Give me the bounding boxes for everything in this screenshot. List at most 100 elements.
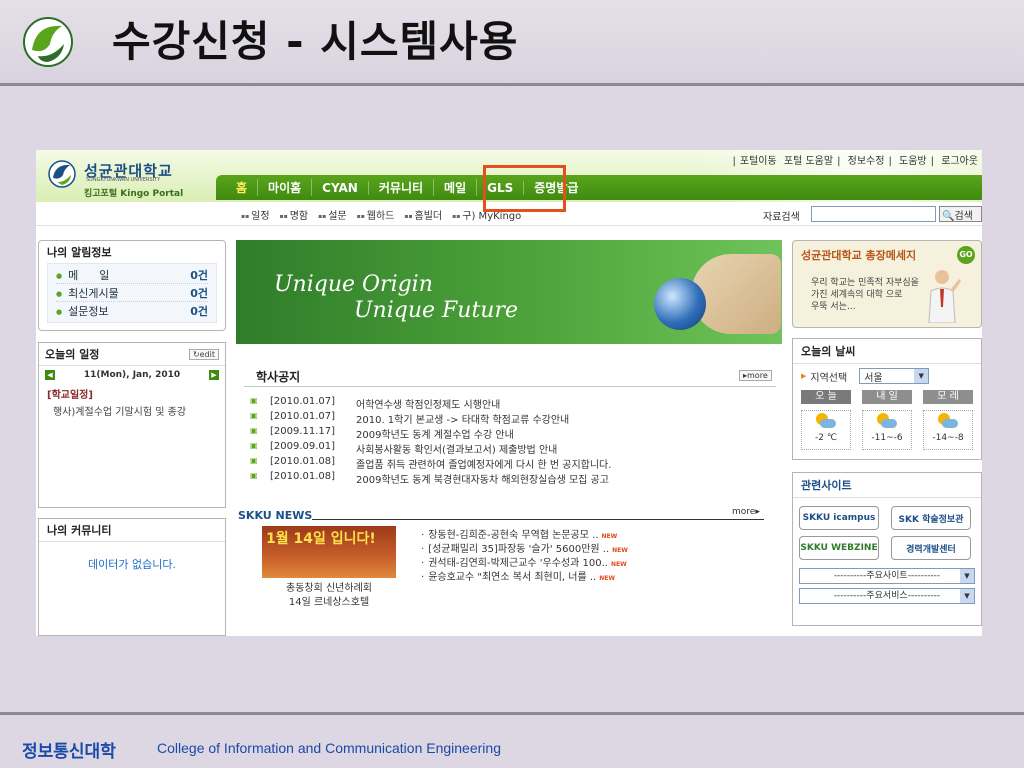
notice-date: [2010.01.07] [270, 411, 336, 422]
next-day-button[interactable]: ▶ [209, 370, 219, 380]
top-link-edit-info[interactable]: 정보수정 [848, 156, 885, 167]
tab-tomorrow[interactable]: 내 일 [862, 390, 912, 404]
nav-cyan[interactable]: CYAN [312, 180, 369, 195]
notice-item[interactable]: ▣ [2010.01.08] 졸업품 취득 관련하여 졸업예정자에게 다시 한 번 … [250, 456, 780, 471]
news-title: SKKU NEWS [238, 509, 313, 522]
tab-day-after[interactable]: 모 레 [923, 390, 973, 404]
main-banner[interactable]: Unique Origin Unique Future [236, 240, 782, 344]
schedule-date: 11(Mon), Jan, 2010 [83, 370, 181, 380]
news-item[interactable]: [성균패밀리 35]파장동 '슬가' 5600만원 ..NEW [421, 540, 721, 555]
president-figure-icon [928, 270, 961, 323]
news-caption[interactable]: 총동창회 신년하례회 14일 르네상스호텔 [262, 582, 396, 610]
library-link[interactable]: SKK 학술정보관 [891, 506, 971, 530]
portal-logo[interactable]: 성균관대학교 SUNGKYUNKWAN UNIVERSITY 킹고포털 King… [44, 158, 224, 202]
news-more-button[interactable]: more▸ [732, 507, 760, 517]
weather-title: 오늘의 날씨 [793, 339, 981, 364]
alert-item-label: 최신게시물 [56, 285, 119, 301]
president-msg-line3: 우뚝 서는... [811, 302, 856, 312]
notice-item[interactable]: ▣ [2009.09.01] 사회봉사활동 확인서(결과보고서) 제출방법 안내 [250, 441, 780, 456]
career-center-link[interactable]: 경력개발센터 [891, 536, 971, 560]
notice-more-button[interactable]: ▸more [739, 370, 772, 381]
related-title: 관련사이트 [793, 473, 981, 498]
president-msg-line1: 우리 학교는 민족적 자부심을 [811, 278, 919, 288]
notice-item[interactable]: ▣ [2009.11.17] 2009학년도 동계 계절수업 수강 안내 [250, 426, 780, 441]
partly-cloudy-icon [938, 413, 958, 429]
news-caption-line2: 14일 르네상스호텔 [288, 597, 370, 608]
major-sites-select[interactable]: ----------주요사이트---------- [799, 568, 975, 584]
subnav-homebuilder[interactable]: 홈빌더 [404, 207, 443, 222]
notice-item[interactable]: ▣ [2010.01.08] 2009학년도 동계 북경현대자동차 해외현장실습생 … [250, 471, 780, 486]
schedule-title: 오늘의 일정 [45, 348, 100, 361]
webzine-link[interactable]: SKKU WEBZINE [799, 536, 879, 560]
news-item[interactable]: 권석태-김연희-박제근교수 '우수성과 100..NEW [421, 554, 721, 569]
notice-title: 학사공지 [256, 370, 301, 384]
edit-label: edit [199, 349, 215, 359]
notice-item[interactable]: ▣ [2010.01.07] 2010. 1학기 본교생 -> 타대학 학점교류 수… [250, 411, 780, 426]
notice-item[interactable]: ▣ [2010.01.07] 어학연수생 학점인정제도 시행안내 [250, 396, 780, 411]
subnav-webhard[interactable]: 웹하드 [357, 207, 395, 222]
prev-day-button[interactable]: ◀ [45, 370, 55, 380]
schedule-edit-button[interactable]: ↻edit [188, 348, 219, 360]
main-nav: 홈 마이홈 CYAN 커뮤니티 메일 GLS 증명발급 [216, 175, 982, 200]
university-logo-icon [23, 17, 73, 67]
alert-title: 나의 알림정보 [47, 246, 112, 259]
news-item-text: 윤승호교수 "최연소 복서 최현미, 너를 .. [428, 572, 597, 583]
gls-highlight-box [483, 165, 566, 212]
news-item[interactable]: 윤승호교수 "최연소 복서 최현미, 너를 ..NEW [421, 568, 721, 583]
region-label: 지역선택 [810, 372, 848, 384]
temp-day-after: -14~-8 [932, 433, 964, 443]
schedule-item[interactable]: 행사)계절수업 기말시험 및 종강 [39, 403, 225, 418]
region-select[interactable]: 서울 [859, 368, 930, 384]
nav-community[interactable]: 커뮤니티 [369, 179, 435, 196]
search-button-label: 검색 [954, 211, 973, 222]
notice-text: 사회봉사활동 확인서(결과보고서) 제출방법 안내 [356, 445, 558, 456]
subnav-schedule[interactable]: 일정 [241, 207, 269, 222]
top-link-portal-help[interactable]: 포털 도움말 [784, 156, 833, 167]
major-services-select[interactable]: ----------주요서비스---------- [799, 588, 975, 604]
skku-logo-icon [48, 160, 76, 188]
notice-date: [2010.01.08] [270, 456, 336, 467]
nav-myhome[interactable]: 마이홈 [258, 179, 313, 196]
alert-item-count: 0건 [190, 268, 208, 282]
go-button[interactable]: GO [957, 246, 975, 264]
top-links: | 포털이동 포털 도움말 | 정보수정 | 도움방 | 로그아웃 [732, 156, 978, 167]
community-box: 나의 커뮤니티 데이터가 없습니다. [38, 518, 226, 636]
search-label: 자료검색 [763, 212, 800, 223]
banner-line1: Unique Origin [274, 272, 433, 297]
nav-mail[interactable]: 메일 [434, 179, 478, 196]
slide-title: 수강신청 - 시스템사용 [112, 17, 519, 66]
nav-home[interactable]: 홈 [226, 179, 259, 196]
alert-item-count: 0건 [190, 305, 208, 318]
community-title: 나의 커뮤니티 [39, 519, 225, 542]
news-item[interactable]: 장동현-김희준-공현숙 무역협 논문공모 ..NEW [421, 526, 721, 541]
weather-box: 오늘의 날씨 지역선택 서울 오 늘 내 일 모 레 -2 ℃ -11~-6 -… [792, 338, 982, 460]
notice-text: 2009학년도 동계 계절수업 수강 안내 [356, 430, 514, 441]
icampus-link[interactable]: SKKU icampus [799, 506, 879, 530]
top-link-portal-move[interactable]: 포털이동 [740, 156, 777, 167]
news-image[interactable]: 1월 14일 입니다! [262, 526, 396, 578]
slide-header: 수강신청 - 시스템사용 [0, 0, 1024, 86]
new-badge: NEW [599, 575, 615, 582]
subnav-survey[interactable]: 설문 [318, 207, 346, 222]
search-button[interactable]: 🔍검색 [939, 206, 982, 222]
alert-item-label: 설문정보 [56, 303, 108, 319]
alert-item-survey[interactable]: 설문정보 0건 [56, 302, 208, 320]
search-icon: 🔍 [942, 211, 955, 222]
notice-date: [2010.01.08] [270, 471, 336, 482]
slide-footer: 정보통신대학 College of Information and Commun… [0, 712, 1024, 768]
search-input[interactable] [811, 206, 936, 222]
banner-line2: Unique Future [354, 298, 518, 323]
schedule-box: 오늘의 일정 ↻edit ◀ 11(Mon), Jan, 2010 ▶ [학교일… [38, 342, 226, 508]
footer-college-ko: 정보통신대학 [22, 742, 116, 762]
subnav-card[interactable]: 명함 [280, 207, 308, 222]
alert-item-mail[interactable]: 메 일 0건 [56, 266, 208, 284]
alert-item-posts[interactable]: 최신게시물 0건 [56, 284, 208, 302]
president-message-box[interactable]: 성균관대학교 총장메세지 GO 우리 학교는 민족적 자부심을 가진 세계속의 … [792, 240, 982, 328]
top-link-help-room[interactable]: 도움방 [899, 156, 927, 167]
portal-screenshot: 성균관대학교 SUNGKYUNKWAN UNIVERSITY 킹고포털 King… [36, 150, 982, 636]
community-empty-text: 데이터가 없습니다. [88, 558, 176, 571]
top-link-logout[interactable]: 로그아웃 [941, 156, 978, 167]
weather-cell-day-after: -14~-8 [923, 410, 973, 450]
notice-text: 2009학년도 동계 북경현대자동차 해외현장실습생 모집 공고 [356, 475, 609, 486]
tab-today[interactable]: 오 늘 [801, 390, 851, 404]
